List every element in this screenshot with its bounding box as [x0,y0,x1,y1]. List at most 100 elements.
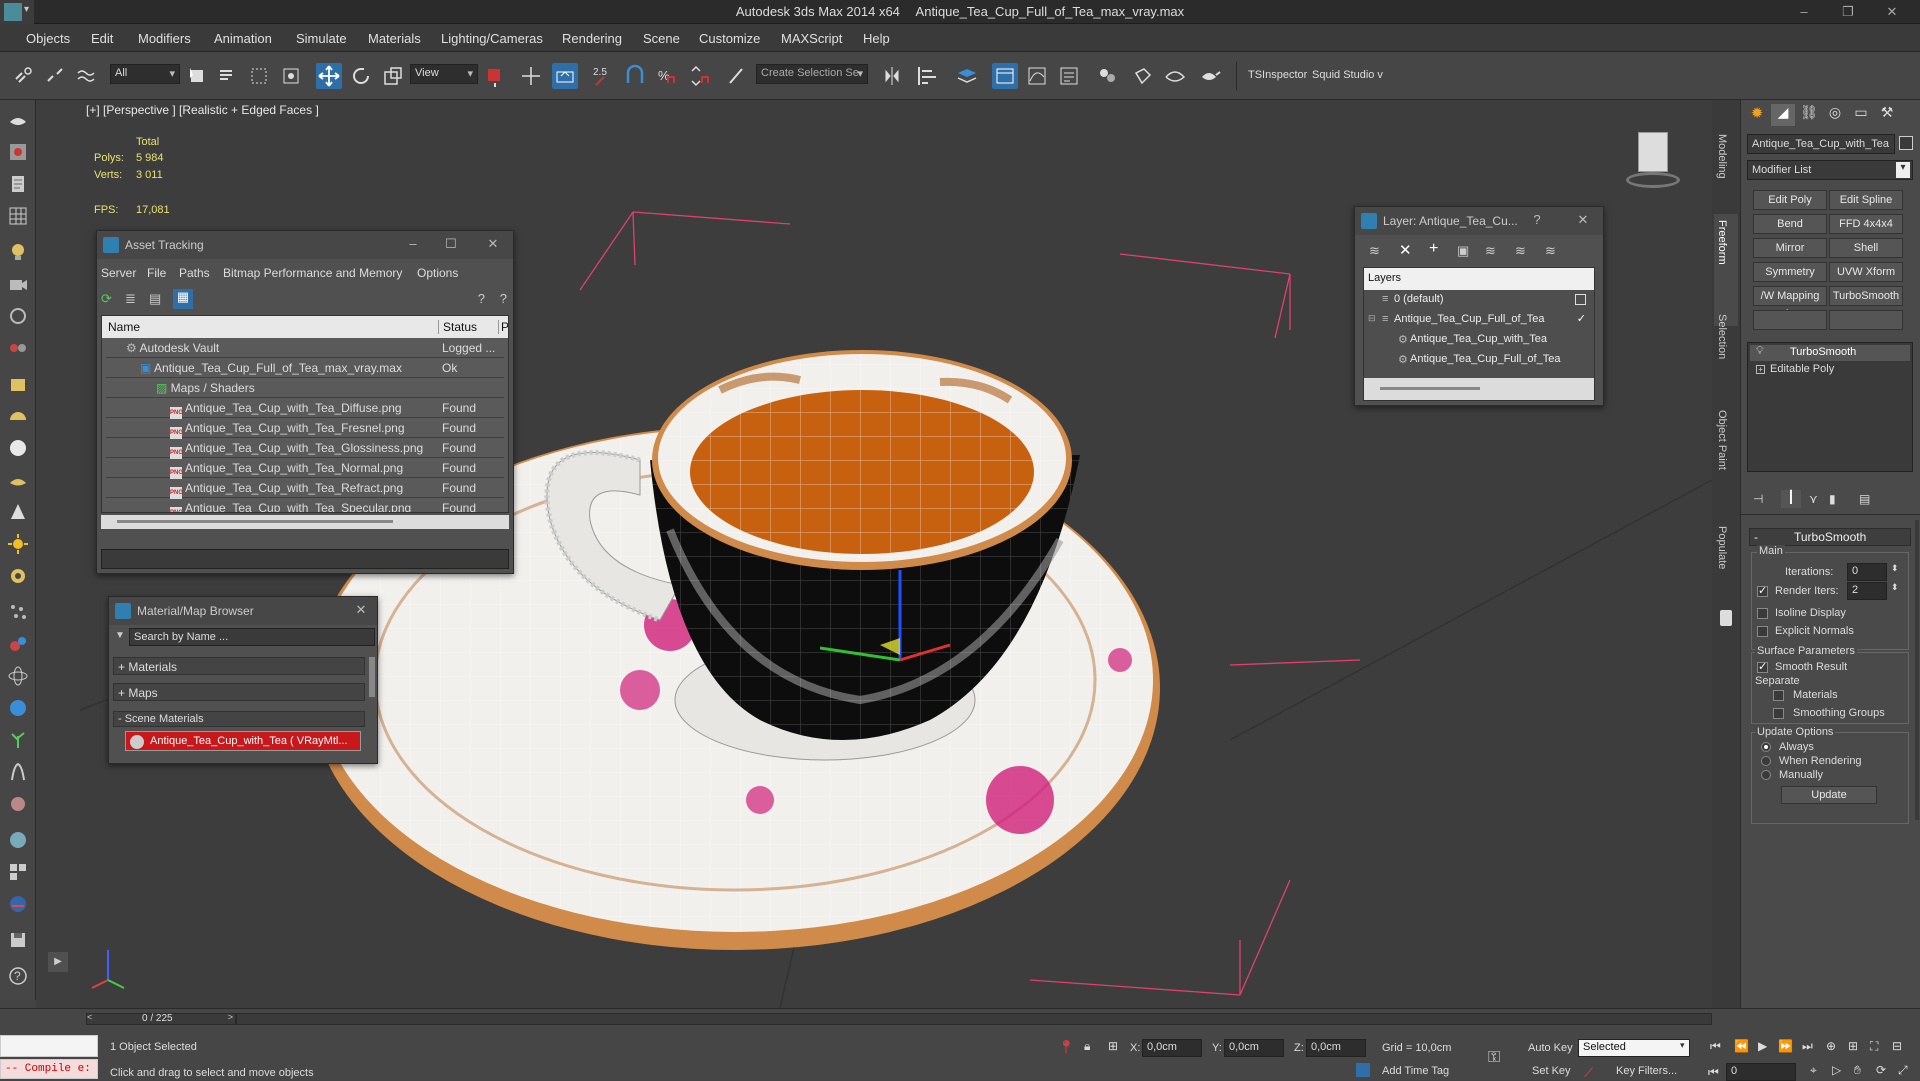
rect-selection-button[interactable] [246,63,272,89]
update-button[interactable]: Update [1781,786,1877,804]
align-button[interactable] [914,63,940,89]
z-coordinate-field[interactable]: 0,0cm [1306,1039,1366,1057]
helper-tool-button[interactable] [6,304,30,328]
save-tool-button[interactable] [6,928,30,952]
expand-icon[interactable]: + [1756,365,1765,374]
maximize-viewport-icon[interactable]: ⤢ [1898,1063,1908,1078]
highlight-layer-icon[interactable]: ≋ [1485,243,1496,259]
show-end-result-icon[interactable]: ┃ [1781,490,1801,508]
smooth-result-checkbox[interactable] [1757,660,1768,673]
symmetry-button[interactable]: Symmetry [1753,262,1827,282]
manually-radio[interactable] [1761,770,1771,780]
render-setup-button[interactable] [1130,63,1156,89]
asset-menu-options[interactable]: Options [417,266,458,280]
snaps-toggle-button[interactable]: 2.5 [590,63,616,89]
isolate-selection-icon[interactable]: 📍︎ [1058,1039,1075,1055]
grid-tool-button[interactable] [6,204,30,228]
tab-selection[interactable]: Selection [1716,314,1728,359]
pin-stack-icon[interactable]: ⊣ [1753,492,1763,506]
table-row[interactable]: PNG Antique_Tea_Cup_with_Tea_Refract.png F… [106,478,504,499]
percent-snap-button[interactable]: % [654,63,680,89]
previous-frame-icon[interactable]: ⏪ [1734,1039,1749,1053]
hair-tool-button[interactable] [6,760,30,784]
key-mode-toggle-icon[interactable]: ⏮ [1708,1065,1719,1080]
teapot-tool-button[interactable] [6,108,30,132]
menu-objects[interactable]: Objects [26,31,70,46]
table-row[interactable]: PNG Antique_Tea_Cup_with_Tea_Normal.png Fo… [106,458,504,479]
layer-object-row[interactable]: ⚙ Antique_Tea_Cup_Full_of_Tea [1364,350,1594,370]
bind-spacewarp-button[interactable] [74,63,100,89]
next-frame-icon[interactable]: ⏩ [1778,1039,1793,1053]
shader-tool-button[interactable] [6,892,30,916]
expand-track-button[interactable]: ▶ [48,952,68,972]
iterations-spinner[interactable]: 0 [1847,563,1887,581]
utilities-tab-icon[interactable]: ⚒ [1875,104,1899,126]
layer-row-default[interactable]: ≡ 0 (default) [1364,290,1594,310]
menu-lighting-cameras[interactable]: Lighting/Cameras [441,31,543,46]
cone-tool-button[interactable] [6,500,30,524]
asset-tracking-minimize-button[interactable]: – [403,236,423,254]
unlink-button[interactable] [42,63,68,89]
menu-scene[interactable]: Scene [643,31,680,46]
material-browser-scrollbar[interactable] [369,657,375,697]
info-icon[interactable]: ? [500,291,507,306]
toggle-ribbon-button[interactable] [992,63,1018,89]
menu-rendering[interactable]: Rendering [562,31,622,46]
teapot-primitive-button[interactable] [6,468,30,492]
viewcube-face[interactable] [1638,132,1668,172]
layer-explorer-button[interactable] [954,63,980,89]
current-frame-field[interactable]: 0 [1726,1063,1796,1081]
menu-customize[interactable]: Customize [699,31,760,46]
lock-selection-icon[interactable]: 🔒︎ [1084,1039,1090,1054]
table-row[interactable]: PNG Antique_Tea_Cup_with_Tea_Glossiness.p… [106,438,504,459]
horizontal-scrollbar[interactable] [101,515,509,529]
object-color-swatch[interactable] [1899,136,1913,150]
zoom-icon[interactable]: ⊕ [1826,1039,1836,1053]
y-coordinate-field[interactable]: 0,0cm [1224,1039,1284,1057]
layer-help-button[interactable]: ? [1527,212,1547,230]
track-bar[interactable] [236,1013,1712,1025]
menu-maxscript[interactable]: MAXScript [781,31,842,46]
keyboard-shortcut-override-button[interactable] [552,63,578,89]
restore-button[interactable]: ❐ [1828,0,1868,24]
tab-populate[interactable]: Populate [1716,526,1728,569]
key-icon[interactable]: ⚿ [1488,1049,1500,1067]
render-iters-checkbox[interactable] [1757,584,1768,597]
motion-tab-icon[interactable]: ◎ [1823,104,1847,126]
help-tool-button[interactable]: ? [6,964,30,988]
table-row[interactable]: ▨ Maps / Shaders [106,378,504,398]
delete-layer-icon[interactable]: ✕ [1399,241,1412,259]
spinner-arrows-icon[interactable]: ⬍ [1891,563,1899,574]
tab-freeform[interactable]: Freeform [1716,220,1728,265]
modifier-list-dropdown[interactable]: Modifier List ▾ [1747,160,1913,180]
sun-tool-button[interactable] [6,532,30,556]
select-in-layer-icon[interactable]: ▣ [1457,243,1469,259]
column-p-header[interactable]: P [498,320,508,334]
reactor-tool-button[interactable] [6,632,30,656]
column-status-header[interactable]: Status [438,320,477,334]
set-key-icon[interactable]: ⟋ [1584,1065,1593,1081]
zoom-extents-all-icon[interactable]: ⊟ [1892,1039,1902,1053]
globe-tool-button[interactable] [6,696,30,720]
key-mode-dropdown[interactable]: Selected [1578,1039,1690,1057]
stack-item-editable-poly[interactable]: + Editable Poly [1750,362,1910,378]
spinner-snap-button[interactable] [686,63,712,89]
layer-object-row[interactable]: ⚙ Antique_Tea_Cup_with_Tea [1364,330,1594,350]
tab-object-paint[interactable]: Object Paint [1716,410,1728,470]
time-slider-left-arrow[interactable]: < [87,1012,99,1022]
torus-tool-button[interactable] [6,564,30,588]
viewcube[interactable] [1618,128,1688,188]
select-object-button[interactable] [184,63,210,89]
mirror-button[interactable] [880,63,906,89]
hide-all-layers-icon[interactable]: ≋ [1515,243,1526,259]
table-row[interactable]: PNG Antique_Tea_Cup_with_Tea_Fresnel.png F… [106,418,504,439]
menu-materials[interactable]: Materials [368,31,421,46]
select-by-name-button[interactable] [214,63,240,89]
tsinspector-button[interactable]: TSInspector [1248,69,1307,81]
go-to-start-icon[interactable]: ⏮ [1710,1039,1721,1054]
create-tab-icon[interactable]: ✹ [1745,104,1769,126]
asset-tracking-titlebar[interactable]: Asset Tracking – ☐ ✕ [97,231,513,259]
pan-icon[interactable]: ✋︎ [1854,1063,1861,1078]
options-arrow-icon[interactable]: ▼ [115,630,125,641]
asset-menu-file[interactable]: File [147,266,166,280]
